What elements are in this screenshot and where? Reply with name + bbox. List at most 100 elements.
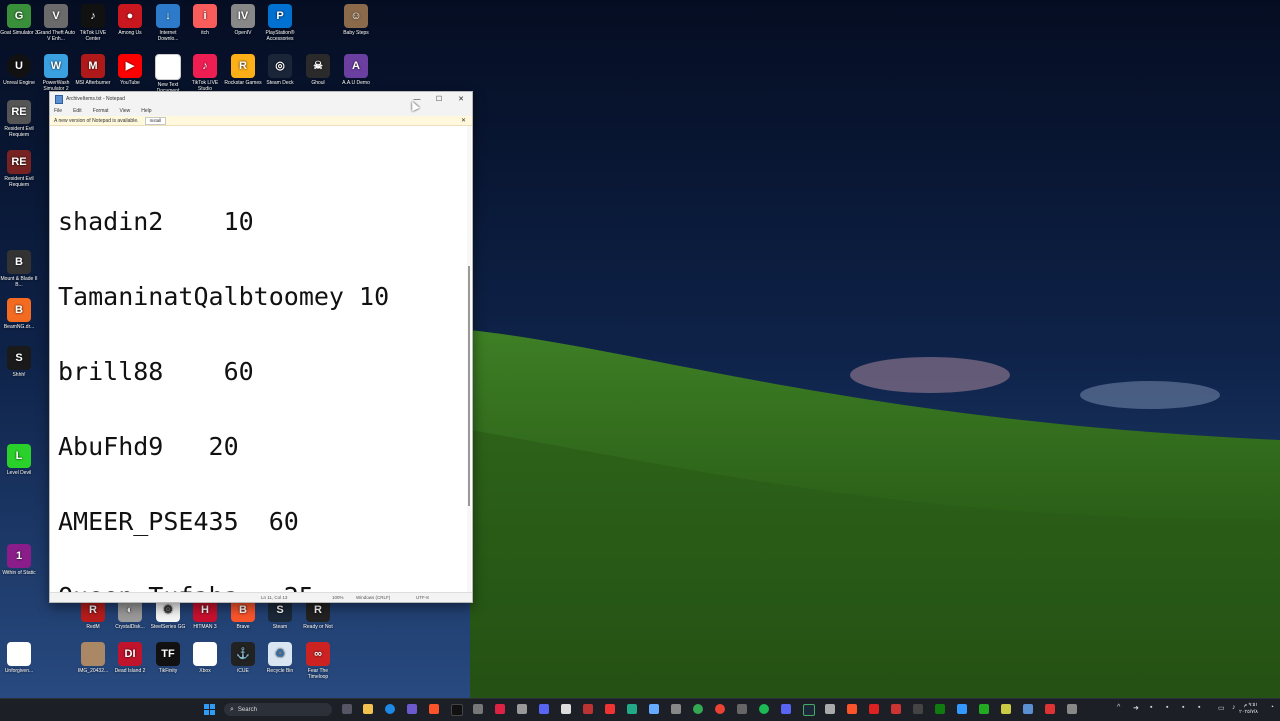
app-icon[interactable]: [737, 704, 747, 714]
desktop-icon-unreal[interactable]: U Unreal Engine: [0, 54, 38, 86]
desktop-icon-rockstar[interactable]: R Rockstar Games: [224, 54, 262, 86]
system-clock[interactable]: ٩:٥١ م ٢٠٢٥/٧/٨: [1239, 702, 1258, 716]
file-icon: [193, 642, 217, 666]
desktop-icon-tikfinity[interactable]: TF TikFinity: [149, 642, 187, 674]
tray-app-icon[interactable]: ▪: [1198, 704, 1200, 711]
desktop-icon-goat-simulator[interactable]: G Goat Simulator 3: [0, 4, 38, 36]
maximize-button[interactable]: ☐: [428, 92, 450, 106]
notepad-icon[interactable]: [1023, 704, 1033, 714]
app-icon[interactable]: [957, 704, 967, 714]
chrome-icon[interactable]: [693, 704, 703, 714]
desktop-icon-msi[interactable]: M MSI Afterburner: [74, 54, 112, 86]
app-icon[interactable]: [979, 704, 989, 714]
desktop-icon-within-static[interactable]: 1 Within of Static: [0, 544, 38, 576]
discord-icon[interactable]: [539, 704, 549, 714]
tray-app-icon[interactable]: ▪: [1182, 704, 1184, 711]
desktop-icon-internet-download[interactable]: ↓ Internet Downlo...: [149, 4, 187, 42]
desktop-icon-unforgiven[interactable]: Unforgiven...: [0, 642, 38, 674]
desktop-icon-level-devil[interactable]: L Level Devil: [0, 444, 38, 476]
desktop-icon-new-text-document[interactable]: New Text Document: [149, 54, 187, 94]
info-close-icon[interactable]: ✕: [461, 117, 466, 124]
ghoul-icon: ☠: [306, 54, 330, 78]
desktop-icon-aau-demo[interactable]: A A.A.U Demo: [337, 54, 375, 86]
desktop-icon-shhh[interactable]: S Shhh!: [0, 346, 38, 378]
rockstar-icon: R: [231, 54, 255, 78]
tray-app-icon[interactable]: ▪: [1150, 704, 1152, 711]
taskbar-search[interactable]: ⌕ Search: [224, 703, 332, 716]
app-icon[interactable]: [781, 704, 791, 714]
chrome-icon[interactable]: [715, 704, 725, 714]
scrollbar-thumb[interactable]: [468, 266, 470, 506]
menu-format[interactable]: Format: [93, 108, 109, 114]
file-explorer-icon[interactable]: [363, 704, 373, 714]
fear-timeloop-icon: ∞: [306, 642, 330, 666]
vertical-scrollbar[interactable]: [467, 126, 471, 592]
app-icon[interactable]: [407, 704, 417, 714]
start-button[interactable]: [204, 704, 215, 715]
update-info-bar: A new version of Notepad is available. I…: [50, 116, 472, 126]
notepad-window[interactable]: ArchiveItems.txt - Notepad — ☐ ✕ File Ed…: [49, 91, 473, 603]
app-icon[interactable]: [473, 704, 483, 714]
desktop-icon-mount-blade[interactable]: B Mount & Blade II B...: [0, 250, 38, 288]
spotify-icon[interactable]: [759, 704, 769, 714]
desktop-icon-among-us[interactable]: ● Among Us: [111, 4, 149, 36]
menu-edit[interactable]: Edit: [73, 108, 82, 114]
tray-app-icon[interactable]: ▪: [1166, 704, 1168, 711]
desktop-icon-xbox[interactable]: Xbox: [186, 642, 224, 674]
desktop-icon-fear-timeloop[interactable]: ∞ Fear The Timeloop: [299, 642, 337, 680]
desktop-icon-resident-evil-1[interactable]: RE Resident Evil Requiem: [0, 100, 38, 138]
app-icon[interactable]: [627, 704, 637, 714]
close-button[interactable]: ✕: [450, 92, 472, 106]
install-button[interactable]: Install: [144, 116, 167, 125]
text-editor[interactable]: shadin2 10 TamaninatQalbtoomey 10 brill8…: [50, 126, 467, 592]
desktop-icon-tiktok-live-center[interactable]: ♪ TikTok LIVE Center: [74, 4, 112, 42]
app-icon[interactable]: [891, 704, 901, 714]
desktop-icon-recycle-bin[interactable]: ♻ Recycle Bin: [261, 642, 299, 674]
desktop-icon-itch[interactable]: i itch: [186, 4, 224, 36]
display-icon[interactable]: ▭: [1218, 704, 1225, 712]
desktop-icon-openiv[interactable]: IV OpenIV: [224, 4, 262, 36]
desktop-icon-dead-island[interactable]: DI Dead Island 2: [111, 642, 149, 674]
steam-icon[interactable]: [803, 704, 815, 716]
tray-arrow-icon[interactable]: ➜: [1133, 704, 1139, 712]
desktop-icon-baby-steps[interactable]: ☺ Baby Steps: [337, 4, 375, 36]
brave-icon[interactable]: [429, 704, 439, 714]
desktop-icon-tiktok-studio[interactable]: ♪ TikTok LIVE Studio: [186, 54, 224, 92]
app-icon[interactable]: [649, 704, 659, 714]
app-icon[interactable]: [1001, 704, 1011, 714]
brave-icon[interactable]: [847, 704, 857, 714]
app-icon[interactable]: [495, 704, 505, 714]
app-icon[interactable]: [671, 704, 681, 714]
desktop-icon-powerwash[interactable]: W PowerWash Simulator 2: [37, 54, 75, 92]
desktop-icon-playstation[interactable]: P PlayStation® Accessories: [261, 4, 299, 42]
app-icon[interactable]: [869, 704, 879, 714]
desktop-icon-youtube[interactable]: ▶ YouTube: [111, 54, 149, 86]
app-icon[interactable]: [1067, 704, 1077, 714]
desktop-icon-steam-deck[interactable]: ◎ Steam Deck: [261, 54, 299, 86]
desktop-icon-gta[interactable]: V Grand Theft Auto V Enh...: [37, 4, 75, 42]
app-icon[interactable]: [561, 704, 571, 714]
desktop-icon-beamng[interactable]: B BeamNG.dr...: [0, 298, 38, 330]
desktop-icon-img[interactable]: IMG_20432...: [74, 642, 112, 674]
app-icon[interactable]: [825, 704, 835, 714]
text-line: shadin2 10: [58, 207, 254, 236]
menu-file[interactable]: File: [54, 108, 62, 114]
desktop-icon-resident-evil-2[interactable]: RE Resident Evil Requiem: [0, 150, 38, 188]
xbox-icon[interactable]: [935, 704, 945, 714]
app-icon[interactable]: [605, 704, 615, 714]
menu-bar: File Edit Format View Help: [50, 106, 472, 116]
app-icon[interactable]: [517, 704, 527, 714]
app-icon[interactable]: [913, 704, 923, 714]
volume-icon[interactable]: ♪: [1232, 704, 1236, 711]
menu-view[interactable]: View: [120, 108, 131, 114]
notification-icon[interactable]: ◔: [1270, 704, 1274, 711]
app-icon[interactable]: [1045, 704, 1055, 714]
edge-icon[interactable]: [385, 704, 395, 714]
tray-chevron-icon[interactable]: ^: [1117, 704, 1120, 711]
app-icon[interactable]: [583, 704, 593, 714]
menu-help[interactable]: Help: [141, 108, 151, 114]
desktop-icon-ghoul[interactable]: ☠ Ghoul: [299, 54, 337, 86]
task-view-icon[interactable]: [342, 704, 352, 714]
desktop-icon-icue[interactable]: ⚓ iCUE: [224, 642, 262, 674]
tiktok-icon[interactable]: [451, 704, 463, 716]
